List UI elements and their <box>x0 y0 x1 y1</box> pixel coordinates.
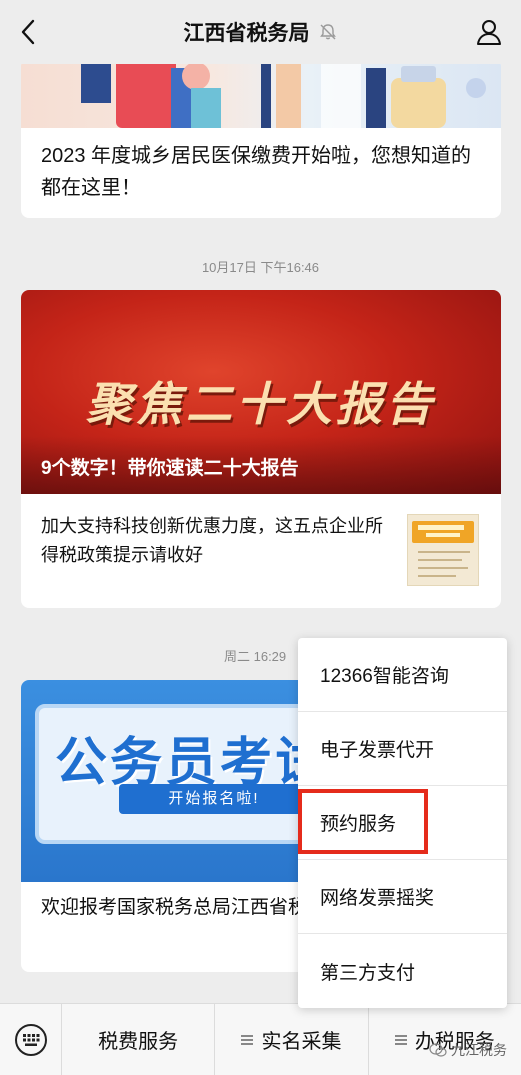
menu-item-invoice-lottery[interactable]: 网络发票摇奖 <box>298 860 507 934</box>
menu-tab-tax-service[interactable]: 税费服务 <box>62 1003 216 1075</box>
menu-item-appointment[interactable]: 预约服务 <box>298 786 507 860</box>
keyboard-icon <box>14 1023 47 1056</box>
list-icon <box>394 1034 409 1046</box>
back-button[interactable] <box>12 14 44 50</box>
profile-button[interactable] <box>469 12 509 52</box>
bell-muted-icon <box>319 24 336 40</box>
article-banner-image <box>21 58 501 128</box>
submenu-popup: 12366智能咨询 电子发票代开 预约服务 网络发票摇奖 第三方支付 <box>298 638 507 1008</box>
menu-tab-label: 实名采集 <box>261 1031 342 1053</box>
menu-item-12366[interactable]: 12366智能咨询 <box>298 638 507 712</box>
article-title: 9个数字！带你速读二十大报告 <box>41 458 299 479</box>
top-bar: 江西省税务局 <box>0 0 521 64</box>
article-title: 2023 年度城乡居民医保缴费开始啦，您想知道的都在这里！ <box>41 145 472 199</box>
article-subtitle[interactable]: 加大支持科技创新优惠力度，这五点企业所得税政策提示请收好 <box>41 512 391 570</box>
message-timestamp: 10月17日 下午16:46 <box>201 260 320 275</box>
list-icon <box>241 1034 255 1046</box>
watermark: 九江税务 <box>429 1040 507 1060</box>
banner-headline: 聚焦二十大报告 <box>86 378 436 430</box>
wechat-logo-icon <box>429 1043 447 1057</box>
menu-tab-realname[interactable]: 实名采集 <box>215 1003 369 1075</box>
page-title: 江西省税务局 <box>183 22 310 45</box>
banner-illustration <box>81 58 486 128</box>
keyboard-toggle-button[interactable] <box>0 1003 62 1075</box>
article-thumbnail[interactable] <box>407 514 479 586</box>
menu-item-third-party-pay[interactable]: 第三方支付 <box>298 934 507 1008</box>
watermark-text: 九江税务 <box>451 1042 507 1058</box>
chevron-left-icon <box>21 19 35 45</box>
article-card[interactable]: 2023 年度城乡居民医保缴费开始啦，您想知道的都在这里！ <box>21 58 501 218</box>
menu-tab-label: 税费服务 <box>98 1031 179 1053</box>
article-banner-image: 聚焦二十大报告 9个数字！带你速读二十大报告 <box>21 290 501 494</box>
person-icon <box>477 20 501 45</box>
banner-pill: 开始报名啦! <box>119 784 309 814</box>
menu-item-e-invoice[interactable]: 电子发票代开 <box>298 712 507 786</box>
bottom-menu-bar: 税费服务 实名采集 办税服务 <box>0 1003 521 1075</box>
article-card[interactable]: 聚焦二十大报告 9个数字！带你速读二十大报告 加大支持科技创新优惠力度，这五点企… <box>21 290 501 608</box>
